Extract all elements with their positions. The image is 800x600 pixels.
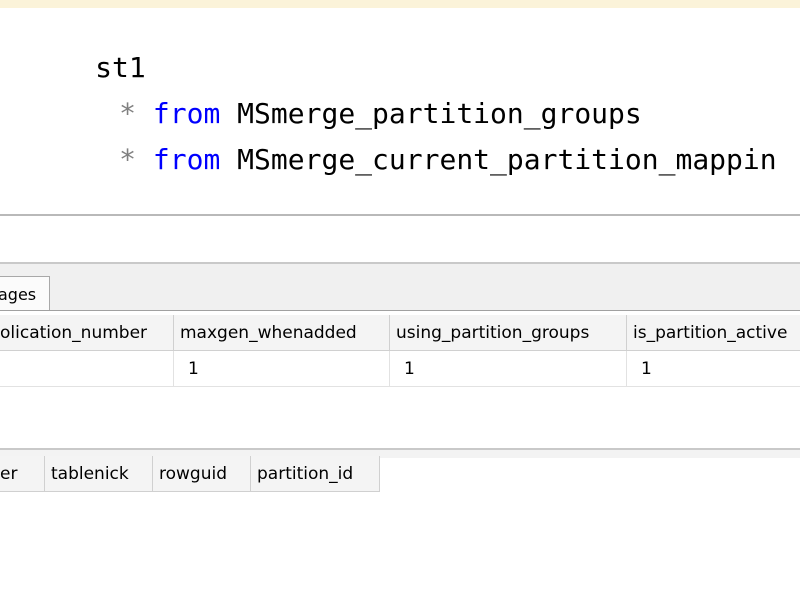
- column-header-tablenick[interactable]: tablenick: [45, 456, 153, 492]
- column-header-partial[interactable]: er: [0, 456, 45, 492]
- grid-cell[interactable]: 1: [627, 351, 800, 387]
- ssms-window: st1 * from MSmerge_partition_groups * fr…: [0, 0, 800, 600]
- tab-messages-label: ages: [0, 285, 37, 304]
- table-name: MSmerge_current_partition_mappin: [237, 143, 777, 176]
- results-grid-1[interactable]: olication_number maxgen_whenadded using_…: [0, 315, 800, 387]
- column-header-maxgen-whenadded[interactable]: maxgen_whenadded: [174, 315, 390, 351]
- star-operator: *: [119, 143, 137, 176]
- code-line-3[interactable]: * from MSmerge_current_partition_mappin: [18, 106, 777, 214]
- grid-cell[interactable]: [0, 351, 174, 387]
- column-header-is-partition-active[interactable]: is_partition_active: [627, 315, 800, 351]
- grid-cell[interactable]: 1: [174, 351, 390, 387]
- tab-messages[interactable]: ages: [0, 276, 50, 310]
- query-editor[interactable]: st1 * from MSmerge_partition_groups * fr…: [0, 8, 800, 214]
- column-header-rowguid[interactable]: rowguid: [153, 456, 251, 492]
- column-header-partition-id[interactable]: partition_id: [251, 456, 380, 492]
- from-keyword: from: [152, 143, 221, 176]
- column-header-using-partition-groups[interactable]: using_partition_groups: [390, 315, 627, 351]
- grid-cell[interactable]: 1: [390, 351, 627, 387]
- pane-splitter[interactable]: [0, 216, 800, 262]
- results-tab-strip: [0, 262, 800, 312]
- results-grid-2[interactable]: er tablenick rowguid partition_id: [0, 456, 380, 492]
- column-header-publication-number[interactable]: olication_number: [0, 315, 174, 351]
